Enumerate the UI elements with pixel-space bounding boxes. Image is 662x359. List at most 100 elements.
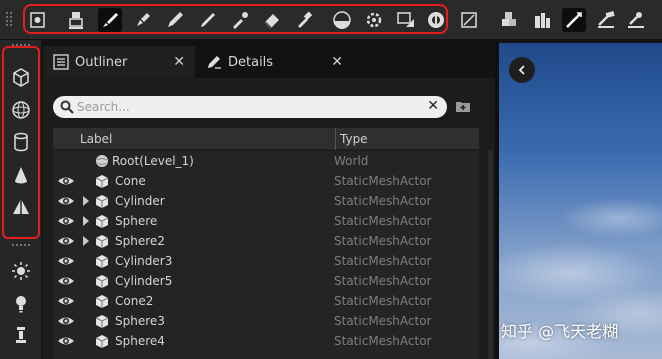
expand-arrow-icon[interactable]	[81, 195, 91, 207]
search-input[interactable]	[77, 98, 417, 116]
left-toolbar-grip-mid[interactable]	[11, 243, 31, 248]
hammer-icon	[598, 11, 615, 28]
outliner-row[interactable]: Sphere4 StaticMeshActor	[53, 331, 479, 351]
expand-arrow-icon[interactable]	[81, 215, 91, 227]
place-cone-button[interactable]	[9, 163, 33, 187]
outliner-row[interactable]: Cylinder3 StaticMeshActor	[53, 251, 479, 271]
visibility-eye-icon[interactable]	[57, 193, 75, 209]
main-toolbar	[0, 0, 662, 40]
visibility-eye-icon[interactable]	[57, 213, 75, 229]
scale-icon	[461, 12, 477, 28]
place-pyramid-button[interactable]	[9, 195, 33, 219]
row-type: StaticMeshActor	[334, 274, 432, 288]
outliner-icon	[53, 54, 69, 70]
static-mesh-icon	[95, 175, 109, 188]
toolbar-highlight-box	[23, 4, 448, 34]
cylinder-icon	[14, 132, 28, 152]
close-outliner-icon[interactable]: ✕	[173, 54, 185, 70]
outliner-row[interactable]: Sphere StaticMeshActor	[53, 211, 479, 231]
chevron-left-icon	[518, 65, 525, 75]
column-header-label[interactable]: Label	[80, 132, 112, 146]
cubes-icon	[502, 12, 516, 26]
hammer-tool-button[interactable]	[594, 8, 618, 32]
bottles-tool-button[interactable]	[530, 8, 554, 32]
row-label: Sphere4	[115, 334, 165, 348]
outliner-row[interactable]: Cylinder StaticMeshActor	[53, 191, 479, 211]
outliner-row[interactable]: Cone StaticMeshActor	[53, 171, 479, 191]
row-type: StaticMeshActor	[334, 194, 432, 208]
close-details-icon[interactable]: ✕	[331, 54, 343, 70]
lamp-icon	[16, 327, 26, 343]
row-type: StaticMeshActor	[334, 334, 432, 348]
cube-icon	[13, 68, 29, 87]
visibility-eye-icon[interactable]	[57, 233, 75, 249]
row-label: Cone	[115, 174, 146, 188]
visibility-eye-icon[interactable]	[57, 253, 75, 269]
row-label: Sphere3	[115, 314, 165, 328]
place-spotlight-button[interactable]	[9, 323, 33, 347]
outliner-scrollbar[interactable]	[488, 150, 493, 359]
cone-icon	[15, 167, 27, 184]
modeling-tool-button[interactable]	[562, 8, 586, 32]
static-mesh-icon	[95, 215, 109, 228]
outliner-list: Root(Level_1) World Cone StaticMeshActor C…	[53, 151, 479, 359]
visibility-eye-icon[interactable]	[57, 333, 75, 349]
tab-outliner-label: Outliner	[75, 54, 128, 70]
static-mesh-icon	[95, 255, 109, 268]
static-mesh-icon	[95, 315, 109, 328]
place-cube-button[interactable]	[9, 65, 33, 89]
visibility-eye-icon[interactable]	[57, 313, 75, 329]
sphere-icon	[12, 101, 30, 119]
tab-details[interactable]: Details ✕	[196, 46, 353, 78]
clear-search-icon[interactable]: ✕	[427, 98, 439, 114]
row-type: StaticMeshActor	[334, 234, 432, 248]
row-type: StaticMeshActor	[334, 174, 432, 188]
outliner-row[interactable]: Cylinder5 StaticMeshActor	[53, 271, 479, 291]
row-label: Cylinder	[115, 194, 165, 208]
wand-icon	[566, 12, 582, 28]
place-cylinder-button[interactable]	[9, 130, 33, 154]
world-icon	[96, 155, 108, 167]
scale-tool-button[interactable]	[457, 8, 481, 32]
visibility-eye-icon[interactable]	[57, 293, 75, 309]
viewport-options-button[interactable]	[509, 57, 535, 83]
row-label: Cylinder5	[115, 274, 173, 288]
outliner-root-row[interactable]: Root(Level_1) World	[53, 151, 479, 171]
level-viewport[interactable]: 知乎 @飞天老糊	[499, 43, 662, 359]
row-label: Sphere2	[115, 234, 165, 248]
place-sphere-button[interactable]	[9, 98, 33, 122]
row-type: StaticMeshActor	[334, 294, 432, 308]
sun-icon	[12, 262, 30, 280]
visibility-eye-icon[interactable]	[57, 273, 75, 289]
visibility-eye-icon[interactable]	[57, 173, 75, 189]
expand-arrow-icon[interactable]	[81, 235, 91, 247]
root-type: World	[334, 154, 369, 168]
row-label: Cone2	[115, 294, 154, 308]
static-mesh-icon	[95, 195, 109, 208]
search-box: ✕	[53, 96, 447, 118]
column-header-type[interactable]: Type	[340, 132, 368, 146]
details-pencil-icon	[208, 56, 221, 69]
tab-outliner[interactable]: Outliner ✕	[43, 46, 195, 78]
static-mesh-icon	[95, 295, 109, 308]
row-type: StaticMeshActor	[334, 254, 432, 268]
outliner-panel: Outliner ✕ Details ✕ ✕ Label Type Root(L…	[43, 40, 495, 359]
search-icon	[60, 100, 74, 114]
outliner-row[interactable]: Sphere2 StaticMeshActor	[53, 231, 479, 251]
tab-details-label: Details	[228, 54, 274, 70]
cubes-tool-button[interactable]	[497, 8, 521, 32]
outliner-row[interactable]: Sphere3 StaticMeshActor	[53, 311, 479, 331]
place-sunlight-button[interactable]	[9, 259, 33, 283]
place-pointlight-button[interactable]	[9, 291, 33, 315]
outliner-row[interactable]: Cone2 StaticMeshActor	[53, 291, 479, 311]
row-type: StaticMeshActor	[334, 314, 432, 328]
static-mesh-icon	[95, 235, 109, 248]
add-folder-icon[interactable]	[455, 98, 471, 114]
row-label: Sphere	[115, 214, 158, 228]
column-separator[interactable]	[335, 128, 336, 150]
toolbar-grip-handle[interactable]	[5, 11, 13, 27]
watermark-text: 知乎 @飞天老糊	[501, 322, 619, 341]
pen-icon	[628, 12, 644, 28]
pen-tool-button[interactable]	[624, 8, 648, 32]
place-actors-toolbar	[0, 40, 42, 359]
